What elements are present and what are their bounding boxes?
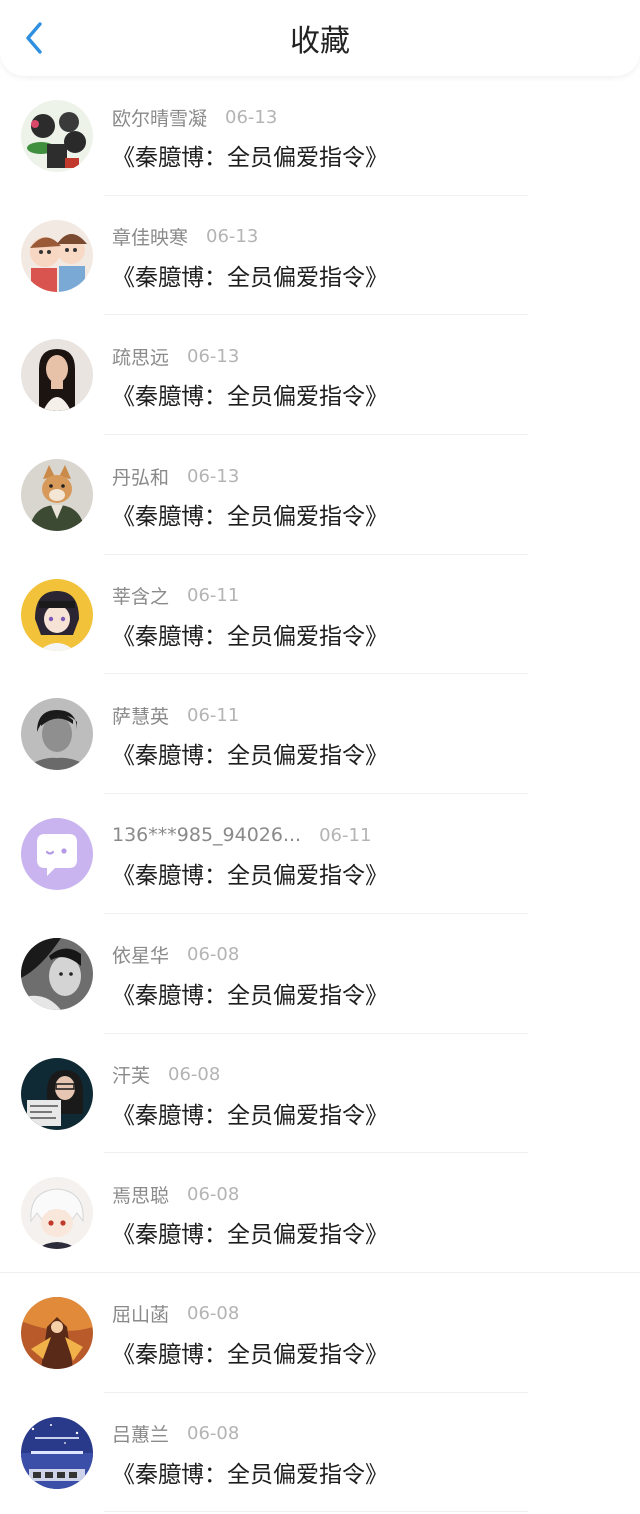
user-name: 章佳映寒	[112, 227, 189, 250]
list-item[interactable]: 疏思远 06-13 《秦臆博：全员偏爱指令》	[0, 315, 640, 436]
avatar[interactable]	[21, 1057, 93, 1130]
book-title: 《秦臆博：全员偏爱指令》	[112, 504, 388, 531]
user-name: 焉思聪	[112, 1184, 170, 1207]
avatar[interactable]	[21, 698, 93, 771]
user-name: 疏思远	[112, 346, 170, 369]
book-title: 《秦臆博：全员偏爱指令》	[112, 863, 388, 890]
favorite-date: 06-13	[187, 345, 240, 367]
book-title: 《秦臆博：全员偏爱指令》	[112, 1102, 388, 1129]
avatar[interactable]	[21, 1296, 93, 1369]
book-title: 《秦臆博：全员偏爱指令》	[112, 1222, 388, 1249]
user-name: 莘含之	[112, 586, 170, 609]
book-title: 《秦臆博：全员偏爱指令》	[112, 145, 388, 171]
avatar[interactable]	[21, 339, 93, 412]
book-title: 《秦臆博：全员偏爱指令》	[112, 982, 388, 1009]
list-item[interactable]: 丹弘和 06-13 《秦臆博：全员偏爱指令》	[0, 435, 640, 555]
avatar[interactable]	[21, 1177, 93, 1250]
user-name: 吕蕙兰	[112, 1424, 170, 1447]
top-bar: 收藏	[0, 0, 640, 76]
book-title: 《秦臆博：全员偏爱指令》	[112, 264, 388, 291]
book-title: 《秦臆博：全员偏爱指令》	[112, 1341, 388, 1368]
book-title: 《秦臆博：全员偏爱指令》	[112, 743, 388, 770]
user-name: 136***985_94026...	[112, 824, 302, 847]
avatar[interactable]	[21, 100, 93, 172]
avatar[interactable]	[21, 219, 93, 292]
user-name: 丹弘和	[112, 466, 170, 489]
favorite-date: 06-08	[187, 944, 240, 966]
book-title: 《秦臆博：全员偏爱指令》	[112, 384, 388, 411]
favorite-date: 06-08	[187, 1303, 240, 1325]
user-name: 萨慧英	[112, 705, 170, 728]
book-title: 《秦臆博：全员偏爱指令》	[112, 623, 388, 650]
list-item[interactable]: 萨慧英 06-11 《秦臆博：全员偏爱指令》	[0, 674, 640, 795]
favorite-date: 06-08	[168, 1064, 221, 1085]
book-title: 《秦臆博：全员偏爱指令》	[112, 1461, 388, 1488]
favorite-date: 06-11	[187, 585, 240, 607]
list-item[interactable]: 焉思聪 06-08 《秦臆博：全员偏爱指令》	[0, 1153, 640, 1273]
favorite-date: 06-11	[187, 704, 240, 726]
favorite-date: 06-13	[187, 465, 240, 487]
list-item[interactable]: 吕蕙兰 06-08 《秦臆博：全员偏爱指令》	[0, 1393, 640, 1513]
list-item[interactable]: 欧尔晴雪凝 06-13 《秦臆博：全员偏爱指令》	[0, 76, 640, 196]
avatar[interactable]	[21, 1416, 93, 1489]
chevron-left-icon	[26, 22, 42, 54]
back-button[interactable]	[16, 20, 52, 56]
list-item[interactable]: 屈山菡 06-08 《秦臆博：全员偏爱指令》	[0, 1273, 640, 1393]
user-name: 汗芙	[112, 1065, 151, 1087]
avatar[interactable]	[21, 818, 93, 891]
list-item[interactable]: 汗芙 06-08 《秦臆博：全员偏爱指令》	[0, 1034, 640, 1154]
avatar[interactable]	[21, 459, 93, 532]
list-item[interactable]: 章佳映寒 06-13 《秦臆博：全员偏爱指令》	[0, 196, 640, 316]
list-item[interactable]: 莘含之 06-11 《秦臆博：全员偏爱指令》	[0, 555, 640, 675]
favorite-date: 06-13	[225, 106, 278, 128]
user-name: 欧尔晴雪凝	[112, 107, 208, 130]
avatar[interactable]	[21, 578, 93, 651]
divider	[104, 1511, 528, 1513]
favorite-date: 06-08	[187, 1423, 240, 1445]
page-title: 收藏	[290, 24, 350, 59]
favorite-date: 06-11	[319, 824, 372, 846]
favorite-date: 06-13	[206, 226, 259, 248]
list-item[interactable]: 依星华 06-08 《秦臆博：全员偏爱指令》	[0, 914, 640, 1034]
user-name: 依星华	[112, 945, 170, 968]
list-item[interactable]: 136***985_94026... 06-11 《秦臆博：全员偏爱指令》	[0, 794, 640, 914]
favorite-date: 06-08	[187, 1183, 240, 1205]
user-name: 屈山菡	[112, 1304, 170, 1327]
favorites-list: 欧尔晴雪凝 06-13 《秦臆博：全员偏爱指令》 章佳映寒 06-13 《秦臆博…	[0, 76, 640, 1513]
avatar[interactable]	[21, 937, 93, 1010]
